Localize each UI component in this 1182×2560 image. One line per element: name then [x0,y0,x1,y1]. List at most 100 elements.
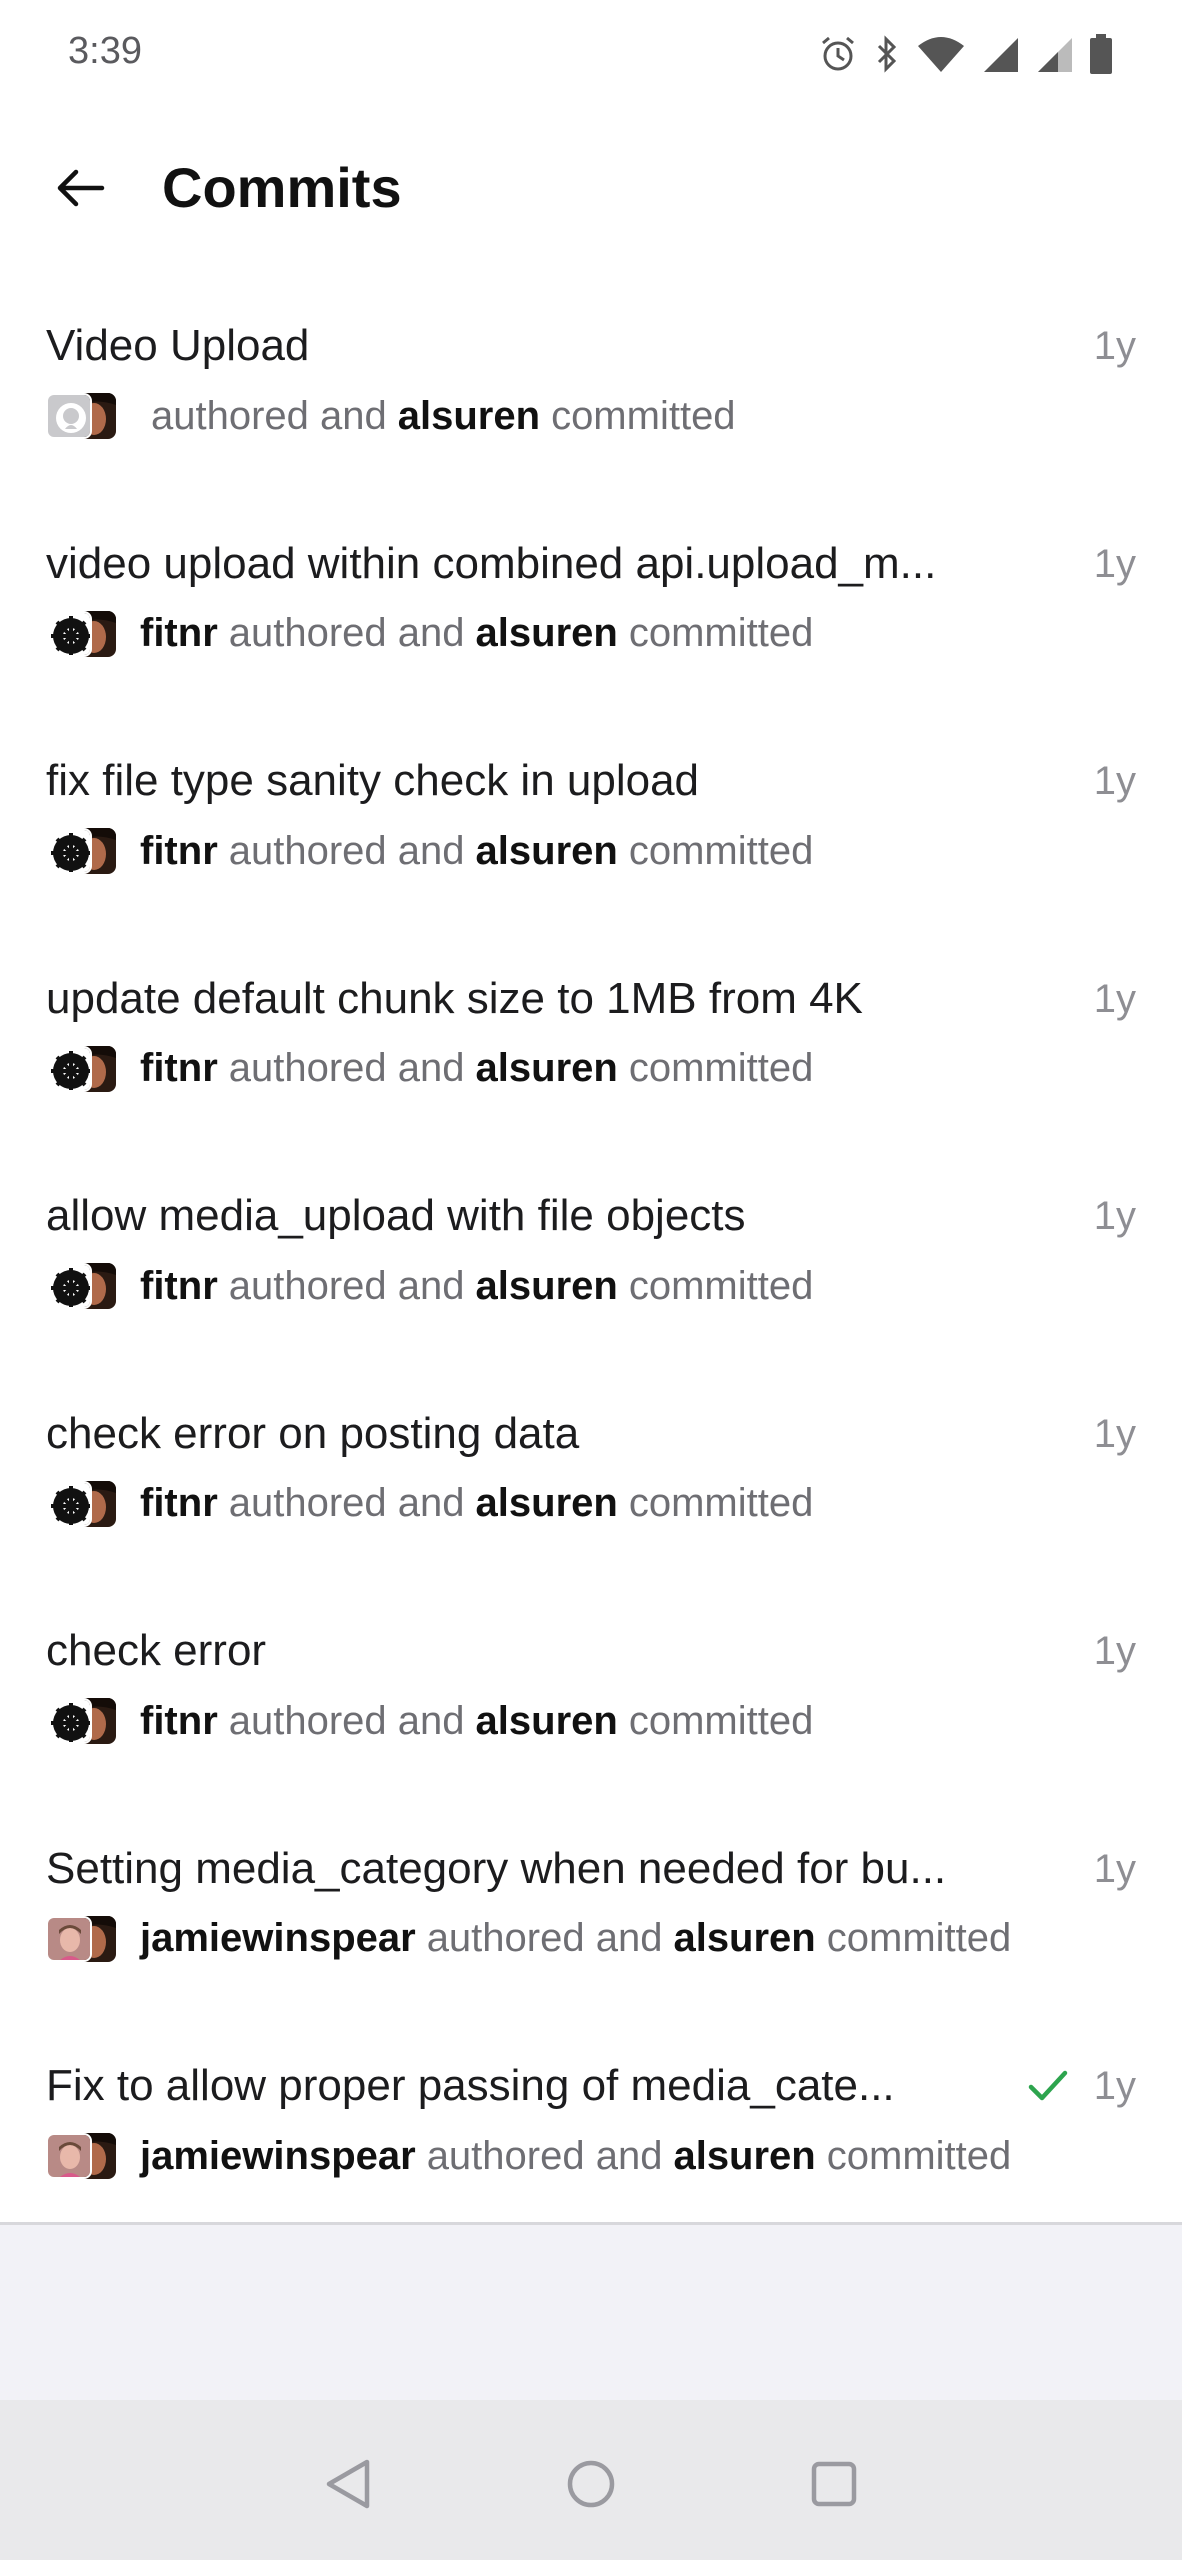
author-name: fitnr [140,828,218,873]
committed-text: committed [826,1916,1012,1960]
commit-meta: fitnr authored and alsuren committed [46,823,813,879]
commit-meta: authored and alsuren committed [46,388,736,444]
committed-text: committed [628,1481,814,1525]
author-name: jamiewinspear [140,2133,416,2178]
commit-time: 1y [1093,1194,1136,1238]
fitnr-avatar [46,1263,92,1309]
avatar-stack [46,1915,116,1962]
commit-message: video upload within combined api.upload_… [46,538,937,588]
wifi-icon [918,37,964,72]
commit-meta: fitnr authored and alsuren committed [46,606,813,662]
committer-name: alsuren [475,1481,618,1525]
commit-message: fix file type sanity check in upload [46,756,700,805]
committer-name: alsuren [475,828,618,873]
commit-time: 1y [1093,1411,1136,1456]
bluetooth-icon [877,35,897,73]
commit-row[interactable]: allow media_upload with file objects 1y … [0,1170,1182,1388]
nav-back-button[interactable] [316,2452,380,2516]
status-time: 3:39 [68,30,142,72]
jamiewinspear-avatar [46,1915,92,1962]
commit-meta: jamiewinspear authored and alsuren committe… [46,2128,1011,2184]
commit-row[interactable]: Video Upload 1y authored and alsuren commi… [0,300,1182,518]
commit-meta: fitnr authored and alsuren committed [46,1693,813,1749]
commit-meta: fitnr authored and alsuren committed [46,1476,813,1532]
commit-time: 1y [1093,2064,1136,2108]
committed-text: committed [826,2133,1012,2178]
committer-name: alsuren [673,2133,816,2178]
committed-text: committed [628,611,814,655]
system-nav-bar [0,2400,1182,2560]
committer-name: alsuren [475,1046,618,1090]
avatar-stack [46,1045,116,1092]
author-name: fitnr [140,1263,218,1308]
fitnr-avatar [46,1480,92,1527]
fitnr-avatar [46,828,92,874]
commit-row[interactable]: update default chunk size to 1MB from 4K… [0,953,1182,1171]
signal-icon [984,38,1018,72]
fitnr-avatar [46,1045,92,1092]
signal-icon [1038,38,1072,72]
commit-row[interactable]: fix file type sanity check in upload 1y … [0,735,1182,953]
commit-message: update default chunk size to 1MB from 4K [46,973,863,1023]
committer-name: alsuren [475,1698,618,1743]
fitnr-avatar [46,1698,92,1744]
commit-time: 1y [1093,1846,1136,1891]
commit-meta: fitnr authored and alsuren committed [46,1258,813,1314]
commit-message: allow media_upload with file objects [46,1191,746,1240]
check-icon [1028,2070,1068,2101]
authored-text: authored and [228,1263,465,1308]
commit-message: Fix to allow proper passing of media_cat… [46,2061,895,2110]
authored-text: authored and [228,1481,465,1525]
author-name: fitnr [140,611,218,655]
avatar-stack [46,1263,116,1309]
commit-message: Video Upload [46,321,310,370]
nav-home-button[interactable] [559,2452,623,2516]
commit-time: 1y [1093,1629,1136,1673]
commit-message: check error on posting data [46,1408,580,1458]
committed-text: committed [628,828,814,873]
commit-time: 1y [1093,541,1136,586]
commit-message: Setting media_category when needed for b… [46,1843,947,1893]
commit-row[interactable]: check error 1y fitnr authored and alsuren c… [0,1605,1182,1823]
author-name: fitnr [140,1046,218,1090]
github-default-avatar [46,393,92,439]
committed-text: committed [628,1046,814,1090]
commit-row[interactable]: Setting media_category when needed for b… [0,1823,1182,2041]
authored-text: authored and [228,1698,465,1743]
commit-time: 1y [1093,759,1136,803]
avatar-stack [46,2133,116,2179]
commit-list: Video Upload 1y authored and alsuren commi… [0,300,1182,2258]
commit-message: check error [46,1626,267,1675]
authored-text: authored and [151,393,387,438]
authored-text: authored and [426,1916,663,1960]
alarm-icon [822,36,854,71]
commit-meta: jamiewinspear authored and alsuren committe… [46,1911,1011,1967]
battery-icon [1090,34,1112,74]
authored-text: authored and [228,1046,465,1090]
status-bar: 3:39 [0,0,1182,110]
committer-name: alsuren [475,1263,618,1308]
fitnr-avatar [46,610,92,657]
authored-text: authored and [228,611,465,655]
author-name: fitnr [140,1698,218,1743]
authored-text: authored and [228,828,465,873]
nav-home-icon [567,2460,615,2508]
nav-recents-icon [811,2461,857,2507]
commit-row[interactable]: video upload within combined api.upload_… [0,518,1182,736]
page-title: Commits [162,156,402,219]
nav-back-icon [326,2459,370,2509]
committed-text: committed [628,1263,814,1308]
avatar-stack [46,828,116,874]
author-name: jamiewinspear [140,1916,416,1960]
committer-name: alsuren [475,611,618,655]
list-footer-area [0,2222,1182,2400]
jamiewinspear-avatar [46,2133,92,2179]
nav-recents-button[interactable] [802,2452,866,2516]
status-icons [818,30,1114,78]
author-name: fitnr [140,1481,218,1525]
avatar-stack [46,1698,116,1744]
committer-name: alsuren [673,1916,816,1960]
avatar-stack [46,610,116,657]
back-button[interactable] [44,152,116,224]
commit-row[interactable]: check error on posting data 1y fitnr auth… [0,1388,1182,1606]
